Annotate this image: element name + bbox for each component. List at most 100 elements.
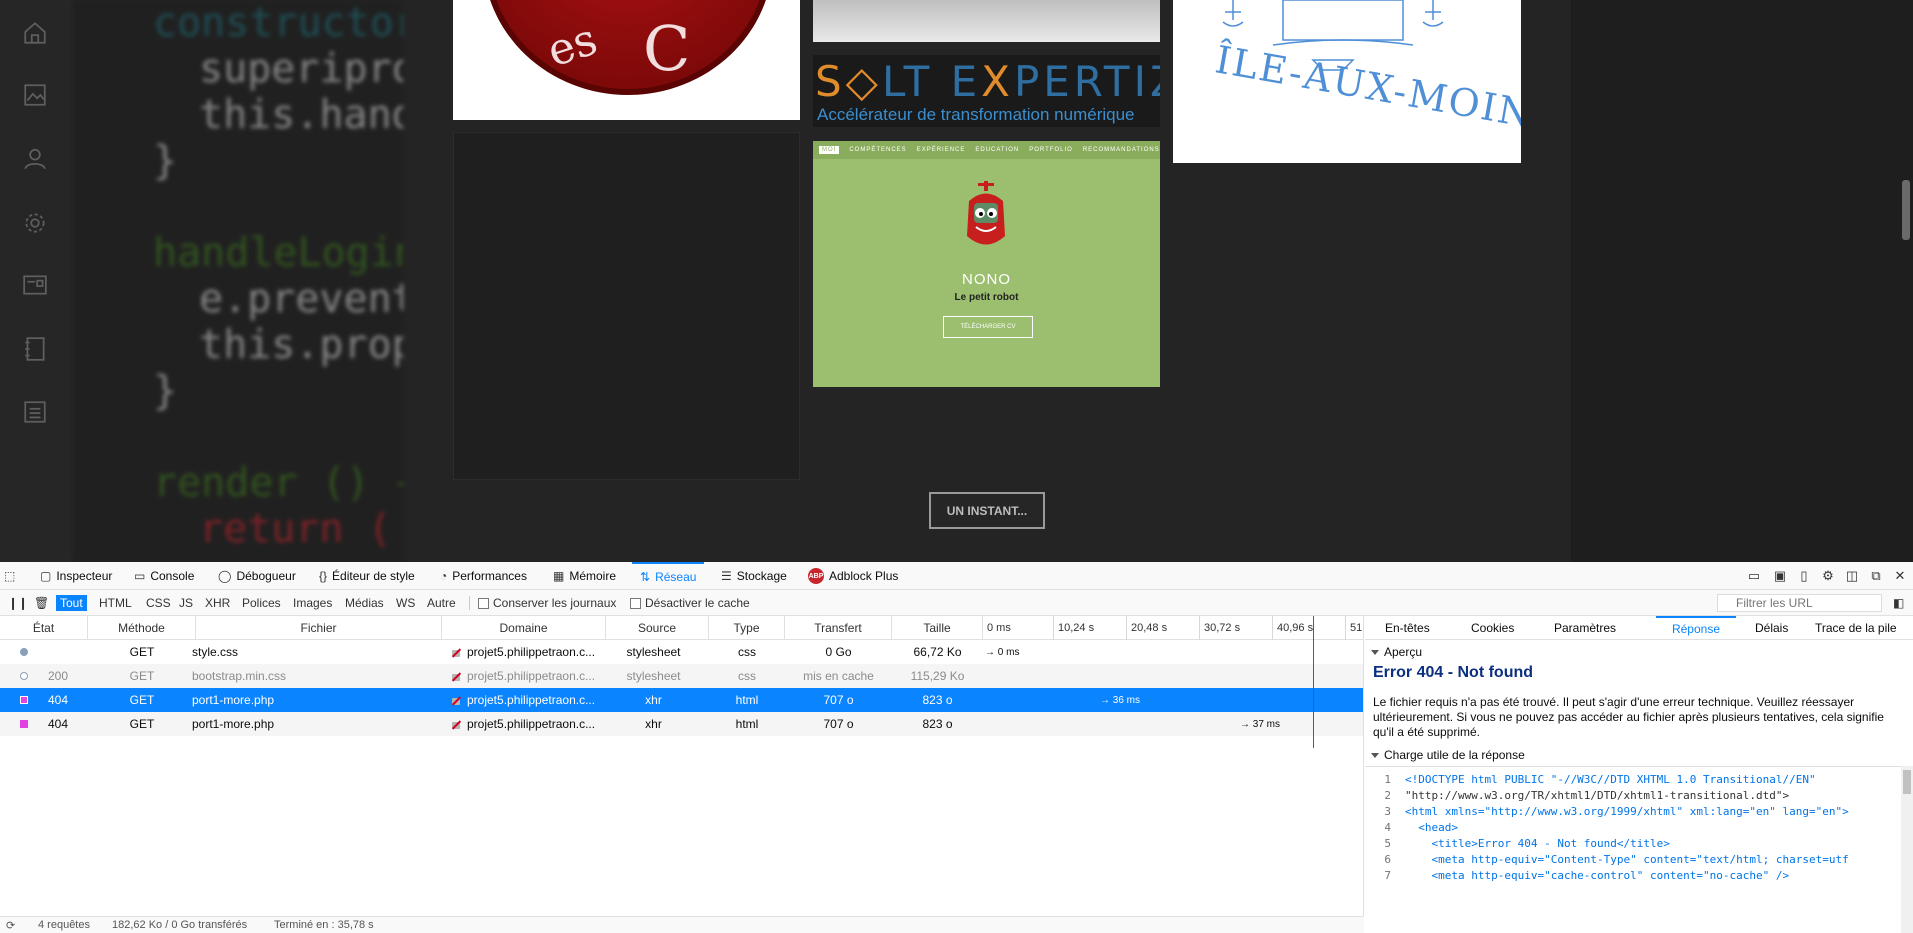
table-row[interactable]: 404 GET port1-more.php projet5.philippet… bbox=[0, 712, 1363, 736]
tab-delais[interactable]: Délais bbox=[1755, 616, 1788, 640]
filter-autre[interactable]: Autre bbox=[423, 595, 460, 611]
trash-icon[interactable]: 🗑 bbox=[30, 595, 53, 611]
filter-xhr[interactable]: XHR bbox=[201, 595, 234, 611]
cell-transfer: 707 o bbox=[823, 693, 854, 707]
cell-status: 200 bbox=[48, 669, 69, 683]
filter-polices[interactable]: Polices bbox=[238, 595, 285, 611]
tab-trace-pile[interactable]: Trace de la pile bbox=[1815, 616, 1897, 640]
filter-medias[interactable]: Médias bbox=[341, 595, 388, 611]
nono-nav-item: EXPÉRIENCE bbox=[916, 147, 966, 153]
cell-file: port1-more.php bbox=[192, 717, 275, 731]
nono-nav-item: PORTFOLIO bbox=[1029, 147, 1073, 153]
tab-cookies[interactable]: Cookies bbox=[1471, 616, 1514, 640]
portfolio-tile-chef[interactable]: es C bbox=[453, 0, 800, 120]
filter-html[interactable]: HTML bbox=[95, 595, 136, 611]
tab-reponse[interactable]: Réponse bbox=[1656, 616, 1736, 640]
screenshot-icon[interactable]: ▣ bbox=[1772, 568, 1788, 584]
request-table: État Méthode Fichier Domaine Source Type… bbox=[0, 616, 1364, 916]
network-status-bar: ⟳ 4 requêtes 182,62 Ko / 0 Go transférés… bbox=[0, 916, 1364, 933]
filter-images[interactable]: Images bbox=[289, 595, 336, 611]
notebook-icon[interactable] bbox=[21, 335, 49, 363]
cell-source: stylesheet bbox=[626, 645, 681, 659]
list-icon[interactable] bbox=[21, 398, 49, 426]
tab-parametres[interactable]: Paramètres bbox=[1554, 616, 1616, 640]
col-type[interactable]: Type bbox=[709, 616, 785, 640]
card-icon[interactable] bbox=[21, 271, 49, 299]
payload-section-header[interactable]: Charge utile de la réponse bbox=[1365, 746, 1913, 764]
tab-adblock-plus[interactable]: ABP Adblock Plus bbox=[808, 562, 898, 590]
col-methode[interactable]: Méthode bbox=[88, 616, 196, 640]
cell-source: xhr bbox=[645, 693, 662, 707]
table-row-selected[interactable]: 404 GET port1-more.php projet5.philippet… bbox=[0, 688, 1363, 712]
response-payload[interactable]: 1 <!DOCTYPE html PUBLIC "-//W3C//DTD XHTM… bbox=[1365, 766, 1901, 933]
responsive-icon[interactable]: ▭ bbox=[1746, 568, 1762, 584]
frame-icon[interactable]: ▯ bbox=[1796, 568, 1812, 584]
portfolio-tile-ile-aux-moines[interactable]: ÎLE-AUX-MOINES bbox=[1173, 0, 1521, 163]
toggle-sidebar-icon[interactable]: ◧ bbox=[1889, 595, 1908, 611]
download-cv-button[interactable]: TÉLÉCHARGER CV bbox=[943, 316, 1033, 338]
cell-size: 115,29 Ko bbox=[910, 669, 965, 683]
debugger-icon: ◯ bbox=[218, 569, 232, 583]
table-row[interactable]: GET style.css projet5.philippetraon.c...… bbox=[0, 640, 1363, 664]
preview-section-header[interactable]: Aperçu bbox=[1365, 643, 1913, 661]
tab-stockage[interactable]: ☰ Stockage bbox=[721, 562, 787, 590]
col-domaine[interactable]: Domaine bbox=[442, 616, 606, 640]
persist-logs-checkbox[interactable]: Conserver les journaux bbox=[478, 596, 616, 610]
payload-scrollbar[interactable] bbox=[1901, 766, 1913, 933]
tab-console[interactable]: ▭ Console bbox=[134, 562, 194, 590]
portfolio-tile-empty[interactable] bbox=[453, 132, 800, 480]
portfolio-tile-grey[interactable] bbox=[813, 0, 1160, 42]
cell-method: GET bbox=[129, 717, 155, 731]
cell-type: css bbox=[738, 645, 756, 659]
cell-domain: projet5.philippetraon.c... bbox=[467, 645, 596, 659]
col-fichier[interactable]: Fichier bbox=[196, 616, 442, 640]
separate-window-icon[interactable]: ⧉ bbox=[1868, 568, 1884, 584]
tab-style-editor[interactable]: {} Éditeur de style bbox=[319, 562, 415, 590]
pick-element-icon[interactable]: ⬚ bbox=[4, 562, 24, 590]
portfolio-tile-solt-expertiz[interactable]: S◇LT EXPERTIZ Accélérateur de transforma… bbox=[813, 55, 1160, 127]
nono-nav-item: RECOMMANDATIONS bbox=[1082, 147, 1160, 153]
payload-line: <title>Error 404 - Not found</title> bbox=[1405, 836, 1670, 850]
cell-transfer: 707 o bbox=[823, 717, 854, 731]
cell-file: port1-more.php bbox=[192, 693, 275, 707]
timeline-load-marker bbox=[1313, 616, 1314, 748]
table-row[interactable]: 200 GET bootstrap.min.css projet5.philip… bbox=[0, 664, 1363, 688]
request-details: En-têtes Cookies Paramètres Réponse Déla… bbox=[1365, 616, 1913, 933]
devtools-panel: ⬚ ▢ Inspecteur ▭ Console ◯ Débogueur {} Édit… bbox=[0, 562, 1913, 933]
load-more-button[interactable]: UN INSTANT... bbox=[929, 492, 1045, 529]
page-scrollbar[interactable] bbox=[1902, 180, 1910, 240]
filter-js[interactable]: JS bbox=[175, 595, 197, 611]
col-etat[interactable]: État bbox=[0, 616, 88, 640]
tab-inspecteur[interactable]: ▢ Inspecteur bbox=[40, 562, 112, 590]
cell-method: GET bbox=[129, 669, 155, 683]
gear-icon[interactable] bbox=[21, 209, 49, 237]
user-icon[interactable] bbox=[21, 145, 49, 173]
inspector-icon: ▢ bbox=[40, 569, 52, 583]
cell-size: 66,72 Ko bbox=[913, 645, 962, 659]
page-right-margin bbox=[1571, 0, 1913, 562]
col-taille[interactable]: Taille bbox=[892, 616, 983, 640]
col-source[interactable]: Source bbox=[606, 616, 709, 640]
col-transfert[interactable]: Transfert bbox=[785, 616, 892, 640]
filter-css[interactable]: CSS bbox=[142, 595, 175, 611]
reload-icon[interactable]: ⟳ bbox=[6, 919, 15, 932]
pause-icon[interactable]: ❙❙ bbox=[4, 595, 32, 611]
portfolio-tile-nono[interactable]: MOI COMPÉTENCES EXPÉRIENCE EDUCATION POR… bbox=[813, 141, 1160, 387]
settings-icon[interactable]: ⚙ bbox=[1820, 568, 1836, 584]
image-icon[interactable] bbox=[21, 81, 49, 109]
close-icon[interactable]: ✕ bbox=[1892, 568, 1908, 584]
disable-cache-checkbox[interactable]: Désactiver le cache bbox=[630, 596, 750, 610]
tab-performances[interactable]: ◔ Performances bbox=[440, 562, 527, 590]
tab-en-tetes[interactable]: En-têtes bbox=[1385, 616, 1430, 640]
url-filter-input[interactable] bbox=[1717, 594, 1882, 612]
dock-side-icon[interactable]: ◫ bbox=[1844, 568, 1860, 584]
home-icon[interactable] bbox=[21, 19, 49, 47]
cell-source: xhr bbox=[645, 717, 662, 731]
filter-tout[interactable]: Tout bbox=[56, 595, 87, 611]
tab-memoire[interactable]: ▦ Mémoire bbox=[553, 562, 616, 590]
nono-nav-item: COMPÉTENCES bbox=[849, 147, 907, 153]
filter-ws[interactable]: WS bbox=[392, 595, 419, 611]
tab-reseau[interactable]: ⇅ Réseau bbox=[632, 562, 705, 590]
cell-status: 404 bbox=[48, 717, 69, 731]
tab-debogueur[interactable]: ◯ Débogueur bbox=[218, 562, 296, 590]
